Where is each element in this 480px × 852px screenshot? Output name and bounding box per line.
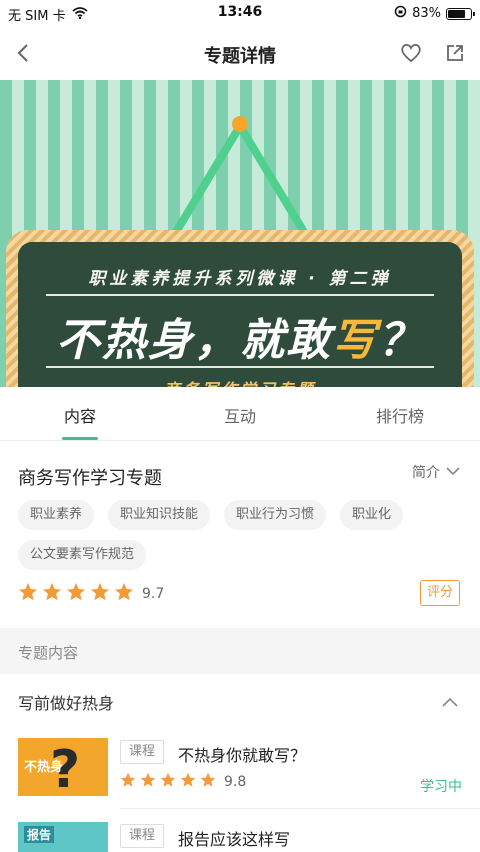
intro-toggle[interactable]: 简介 — [412, 462, 460, 482]
course-thumbnail: ? 不热身 — [18, 738, 108, 796]
tab-interaction[interactable]: 互动 — [160, 387, 320, 440]
chalkboard-surface: 职业素养提升系列微课 · 第二弹 不热身，就敢写？ ——商务写作学习专题—— — [18, 242, 462, 387]
banner-topic-name: ——商务写作学习专题—— — [18, 376, 462, 387]
banner-headline-main: 不热身，就敢 — [56, 315, 332, 366]
section-title: 专题内容 — [18, 644, 79, 662]
topic-tag[interactable]: 公文要素写作规范 — [18, 540, 147, 570]
star-icon — [18, 582, 38, 606]
battery-fill — [448, 9, 465, 18]
topic-banner: 职业素养提升系列微课 · 第二弹 不热身，就敢写？ ——商务写作学习专题—— — [0, 80, 480, 387]
topic-tag[interactable]: 职业素养 — [18, 500, 95, 530]
status-right: 83% — [394, 5, 475, 22]
star-icon — [200, 772, 216, 792]
banner-headline: 不热身，就敢写？ — [18, 304, 462, 368]
chevron-down-icon — [446, 464, 460, 480]
course-type-badge: 课程 — [120, 740, 165, 764]
topic-tags: 职业素养 职业知识技能 职业行为习惯 职业化 公文要素写作规范 — [18, 500, 438, 570]
banner-headline-end: ？ — [378, 315, 424, 366]
topic-rating: 9.7 — [18, 582, 164, 606]
tab-bar: 内容 互动 排行榜 — [0, 387, 480, 441]
banner-headline-highlight: 写 — [332, 315, 378, 366]
tab-leaderboard[interactable]: 排行榜 — [320, 387, 480, 440]
course-item[interactable]: 报告 课程 报告应该这样写 — [18, 822, 462, 852]
rate-button[interactable]: 评分 — [420, 580, 460, 606]
chapter-title: 写前做好热身 — [18, 694, 115, 713]
favorite-heart-icon[interactable] — [398, 40, 424, 66]
course-thumbnail-text: 报告 — [24, 826, 55, 843]
course-item[interactable]: ? 不热身 课程 不热身你就敢写？ 9.8 学习中 — [18, 738, 462, 802]
share-icon[interactable] — [442, 40, 468, 66]
tab-interaction-label: 互动 — [223, 407, 256, 426]
rating-stars — [18, 582, 134, 606]
star-icon — [140, 772, 156, 792]
star-icon — [42, 582, 62, 606]
tab-content-label: 内容 — [63, 407, 96, 426]
battery-icon — [446, 7, 475, 20]
star-icon — [120, 772, 136, 792]
tab-active-indicator — [62, 437, 98, 440]
intro-label: 简介 — [412, 465, 440, 481]
course-thumbnail-text: 不热身 — [24, 760, 64, 775]
hanger-string — [166, 116, 314, 240]
star-icon — [66, 582, 86, 606]
tab-leaderboard-label: 排行榜 — [375, 407, 424, 426]
nav-bar: 专题详情 — [0, 26, 480, 80]
status-bar: 无 SIM 卡 13:46 83% — [0, 0, 480, 26]
star-icon — [90, 582, 110, 606]
topic-tag[interactable]: 职业化 — [340, 500, 404, 530]
topic-title: 商务写作学习专题 — [18, 468, 162, 489]
chevron-up-icon[interactable] — [442, 692, 458, 711]
topic-tag[interactable]: 职业行为习惯 — [224, 500, 327, 530]
banner-subtitle: 职业素养提升系列微课 · 第二弹 — [88, 269, 392, 289]
banner-divider-top — [46, 294, 434, 296]
star-icon — [114, 582, 134, 606]
star-icon — [160, 772, 176, 792]
course-title: 报告应该这样写 — [178, 830, 291, 849]
course-type-badge: 课程 — [120, 824, 165, 848]
course-rating-stars — [120, 772, 216, 792]
tab-content[interactable]: 内容 — [0, 387, 160, 440]
chalkboard: 职业素养提升系列微课 · 第二弹 不热身，就敢写？ ——商务写作学习专题—— — [6, 230, 474, 387]
course-thumbnail: 报告 — [18, 822, 108, 852]
topic-tag[interactable]: 职业知识技能 — [108, 500, 211, 530]
course-rating: 9.8 — [120, 772, 246, 792]
battery-percent: 83% — [412, 6, 441, 21]
course-status: 学习中 — [420, 779, 462, 795]
list-divider — [120, 808, 480, 809]
banner-divider-bottom — [46, 366, 434, 368]
rating-score: 9.7 — [142, 586, 165, 602]
section-header: 专题内容 — [0, 628, 480, 674]
course-title: 不热身你就敢写？ — [178, 746, 307, 765]
course-score: 9.8 — [224, 774, 247, 790]
orientation-lock-icon — [394, 5, 407, 22]
star-icon — [180, 772, 196, 792]
